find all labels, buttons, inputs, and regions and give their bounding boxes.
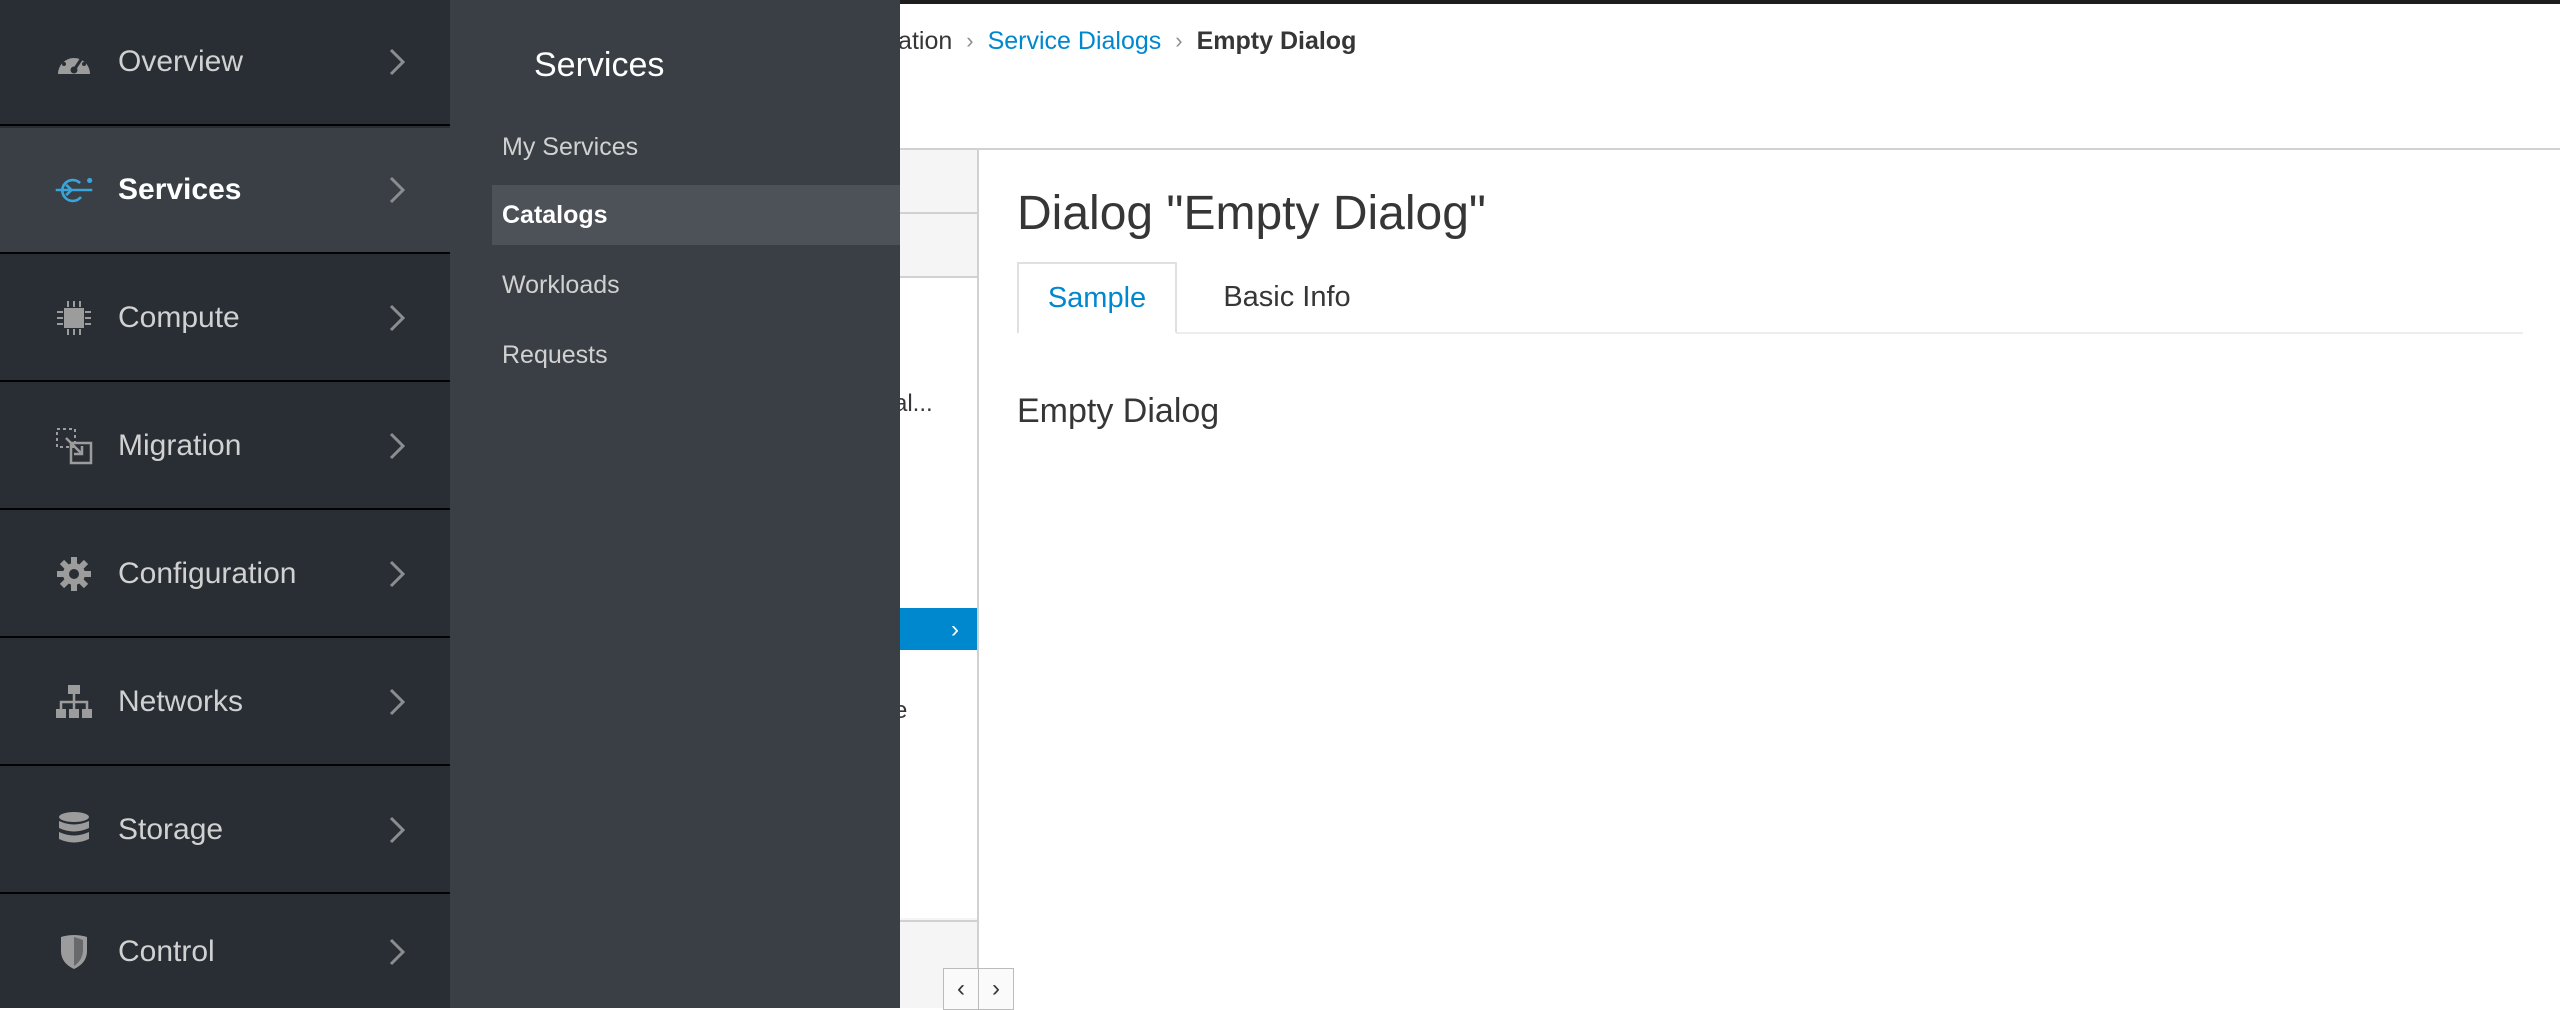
subnav-item-workloads[interactable]: Workloads xyxy=(492,255,900,315)
nav-item-storage[interactable]: Storage xyxy=(0,768,450,894)
gear-icon xyxy=(54,554,94,594)
pager-prev-button[interactable]: ‹ xyxy=(943,968,979,1010)
breadcrumb-item-current: Empty Dialog xyxy=(1196,26,1357,55)
tab-sample[interactable]: Sample xyxy=(1017,262,1177,334)
tab-basic-info[interactable]: Basic Info xyxy=(1207,262,1367,332)
nav-item-label: Configuration xyxy=(118,557,297,590)
migration-icon xyxy=(54,426,94,466)
subnav-item-requests[interactable]: Requests xyxy=(492,325,900,385)
primary-nav: Overview Services Compute Migration Conf… xyxy=(0,0,450,1008)
page-title: Dialog "Empty Dialog" xyxy=(1017,187,1486,240)
breadcrumb: ization › Service Dialogs › Empty Dialog xyxy=(880,24,1356,58)
services-icon xyxy=(54,170,94,210)
network-icon xyxy=(54,682,94,722)
nav-item-label: Compute xyxy=(118,301,240,334)
secondary-nav: Services My Services Catalogs Workloads … xyxy=(450,0,900,1008)
chevron-right-icon xyxy=(388,44,412,80)
nav-item-label: Migration xyxy=(118,429,242,462)
chevron-right-icon xyxy=(388,934,412,970)
nav-item-services[interactable]: Services xyxy=(0,128,450,254)
breadcrumb-separator-icon: › xyxy=(1175,28,1183,53)
chip-icon xyxy=(54,298,94,338)
subnav-item-catalogs[interactable]: Catalogs xyxy=(492,185,900,245)
nav-item-label: Overview xyxy=(118,45,244,78)
panel-pager: ‹ › xyxy=(943,968,1014,1010)
nav-item-label: Networks xyxy=(118,685,244,718)
breadcrumb-item-service-dialogs[interactable]: Service Dialogs xyxy=(988,27,1162,56)
dashboard-icon xyxy=(54,42,94,82)
nav-item-overview[interactable]: Overview xyxy=(0,0,450,126)
secondary-nav-title: Services xyxy=(534,46,665,84)
database-icon xyxy=(54,810,94,850)
chevron-right-icon: › xyxy=(951,616,959,643)
nav-item-migration[interactable]: Migration xyxy=(0,384,450,510)
dialog-name: Empty Dialog xyxy=(1017,392,1220,430)
nav-item-label: Services xyxy=(118,173,242,206)
nav-item-label: Control xyxy=(118,935,215,968)
nav-item-configuration[interactable]: Configuration xyxy=(0,512,450,638)
breadcrumb-separator-icon: › xyxy=(966,28,974,53)
tab-bar: Sample Basic Info xyxy=(1017,262,2523,334)
chevron-right-icon xyxy=(388,684,412,720)
chevron-right-icon xyxy=(388,428,412,464)
shield-icon xyxy=(54,932,94,972)
chevron-right-icon xyxy=(388,556,412,592)
subnav-item-my-services[interactable]: My Services xyxy=(492,117,900,177)
nav-item-compute[interactable]: Compute xyxy=(0,256,450,382)
nav-item-label: Storage xyxy=(118,813,224,846)
nav-item-networks[interactable]: Networks xyxy=(0,640,450,766)
chevron-right-icon xyxy=(388,300,412,336)
chevron-right-icon xyxy=(388,172,412,208)
nav-item-control[interactable]: Control xyxy=(0,896,450,1008)
pager-next-button[interactable]: › xyxy=(979,968,1014,1010)
chevron-right-icon xyxy=(388,812,412,848)
